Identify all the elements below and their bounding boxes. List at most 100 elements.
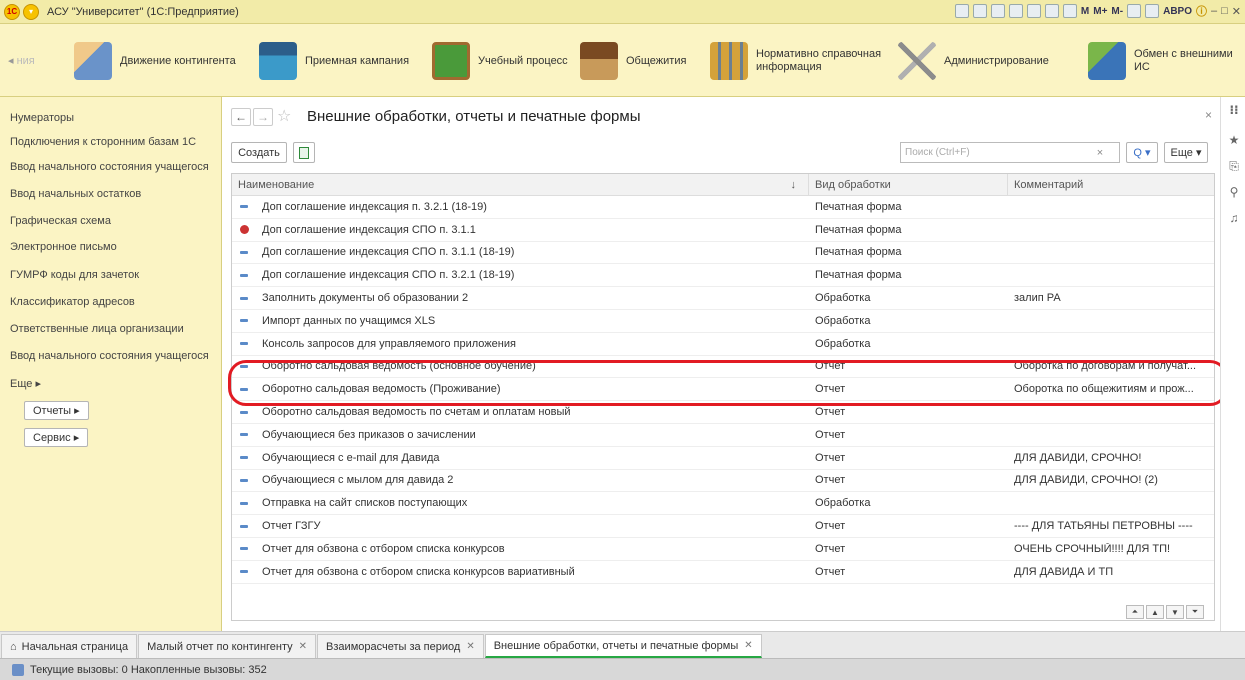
history-icon[interactable]: ⎘	[1227, 159, 1241, 174]
paste-icon[interactable]	[1026, 4, 1041, 18]
sidebar-item-address-classifier[interactable]: Классификатор адресов	[10, 296, 220, 308]
table-row[interactable]: Отчет ГЗГУ Отчет ---- ДЛЯ ТАТЬЯНЫ ПЕТРОВНЫ…	[232, 515, 1214, 538]
search-clear-button[interactable]: ×	[1090, 142, 1110, 163]
tab-settlements[interactable]: Взаиморасчеты за период ✕	[317, 634, 484, 658]
table-row[interactable]: Обучающиеся без приказов о зачислении Отч…	[232, 424, 1214, 447]
sidebar-item-email[interactable]: Электронное письмо	[10, 241, 220, 253]
memory-m-button[interactable]: M	[1081, 6, 1089, 17]
sidebar-item-numerators[interactable]: Нумераторы	[10, 112, 220, 124]
service-button[interactable]: Сервис ▸	[24, 428, 89, 447]
close-tab-icon[interactable]: ✕	[466, 641, 474, 652]
sidebar-item-initial-state-2[interactable]: Ввод начального состояния учащегося	[10, 350, 220, 362]
row-name-text: Доп соглашение индексация п. 3.2.1 (18-1…	[262, 200, 487, 213]
table-icon[interactable]	[1044, 4, 1059, 18]
sidebar: Нумераторы Подключения к сторонним базам…	[0, 97, 222, 631]
zoom-icon[interactable]	[1127, 4, 1142, 18]
scroll-top-button[interactable]: ⏶	[1126, 605, 1144, 619]
minimize-button[interactable]: –	[1211, 5, 1217, 17]
cell-type: Отчет	[815, 542, 846, 555]
tab-home[interactable]: ⌂ Начальная страница	[1, 634, 138, 658]
sidebar-item-responsible-persons[interactable]: Ответственные лица организации	[10, 323, 220, 335]
column-header-comment[interactable]: Комментарий	[1008, 174, 1214, 196]
close-form-button[interactable]: ×	[1205, 108, 1212, 122]
memory-mplus-button[interactable]: M+	[1093, 6, 1107, 17]
row-name-text: Обучающиеся с мылом для давида 2	[262, 474, 454, 487]
more-button[interactable]: Еще ▾	[1164, 142, 1208, 163]
table-row[interactable]: Оборотно сальдовая ведомость по счетам и…	[232, 401, 1214, 424]
column-header-name[interactable]: Наименование ↓	[232, 174, 809, 196]
create-button[interactable]: Создать	[231, 142, 287, 163]
tab-small-report[interactable]: Малый отчет по контингенту ✕	[138, 634, 317, 658]
column-header-type[interactable]: Вид обработки	[809, 174, 1008, 196]
section-study-process[interactable]: Учебный процесс	[432, 38, 568, 84]
close-tab-icon[interactable]: ✕	[299, 641, 307, 652]
section-admission[interactable]: Приемная кампания	[259, 38, 409, 84]
table-row[interactable]: Обучающиеся с e-mail для Давида Отчет ДЛЯ …	[232, 447, 1214, 470]
memory-mminus-button[interactable]: M-	[1111, 6, 1123, 17]
cell-comment: ---- ДЛЯ ТАТЬЯНЫ ПЕТРОВНЫ ----	[1014, 520, 1193, 533]
table-row[interactable]: Импорт данных по учащимся XLS Обработка	[232, 310, 1214, 333]
search-icon[interactable]: ⚲	[1227, 185, 1241, 199]
section-contingent[interactable]: Движение контингента	[74, 38, 236, 84]
cell-comment: залип РА	[1014, 292, 1061, 305]
main-menu-button[interactable]: ▾	[23, 3, 39, 20]
table-row[interactable]: Отправка на сайт списков поступающих Обра…	[232, 492, 1214, 516]
table-row[interactable]: Оборотно сальдовая ведомость (Проживание…	[232, 378, 1214, 402]
close-tab-icon[interactable]: ✕	[744, 640, 752, 651]
sidebar-item-graphic-scheme[interactable]: Графическая схема	[10, 215, 220, 227]
maximize-button[interactable]: □	[1221, 5, 1228, 17]
item-marker-icon	[240, 478, 248, 482]
user-name[interactable]: ABPO	[1163, 6, 1192, 17]
print-icon[interactable]	[972, 4, 987, 18]
create-copy-button[interactable]	[293, 142, 315, 163]
forward-button[interactable]: →	[253, 108, 273, 126]
table-row[interactable]: Доп соглашение индексация СПО п. 3.2.1 (…	[232, 264, 1214, 288]
panel-icon[interactable]	[1145, 4, 1160, 18]
graduate-arrow-icon	[259, 42, 297, 80]
save-icon[interactable]	[954, 4, 969, 18]
table-row[interactable]: Заполнить документы об образовании 2 Обра…	[232, 287, 1214, 310]
tools-icon	[898, 42, 936, 80]
bell-icon[interactable]: ♫	[1227, 211, 1241, 225]
cell-name: Обучающиеся с e-mail для Давида	[232, 452, 809, 464]
scroll-down-button[interactable]: ▼	[1166, 605, 1184, 619]
favorites-star-icon[interactable]: ★	[1227, 133, 1241, 147]
section-reference-info[interactable]: Нормативно справочная информация	[710, 38, 881, 84]
grid-menu-icon[interactable]: ⁝⁝	[1227, 103, 1241, 117]
back-button[interactable]: ←	[231, 108, 251, 126]
sidebar-item-connections[interactable]: Подключения к сторонним базам 1С	[10, 136, 220, 148]
tab-external-processors[interactable]: Внешние обработки, отчеты и печатные фор…	[484, 634, 762, 658]
row-name-text: Консоль запросов для управляемого прилож…	[262, 337, 516, 350]
sidebar-item-initial-balances[interactable]: Ввод начальных остатков	[10, 188, 220, 200]
favorite-star-icon[interactable]: ☆	[277, 106, 291, 126]
section-external-exchange[interactable]: Обмен с внешними ИС	[1088, 38, 1245, 84]
scroll-bottom-button[interactable]: ⏷	[1186, 605, 1204, 619]
cell-type: Печатная форма	[815, 200, 902, 213]
table-row[interactable]: Обучающиеся с мылом для давида 2 Отчет ДЛЯ…	[232, 470, 1214, 493]
table-row[interactable]: Отчет для обзвона с отбором списка конку…	[232, 561, 1214, 584]
sidebar-item-initial-state[interactable]: Ввод начального состояния учащегося	[10, 161, 220, 173]
sidebar-more-link[interactable]: Еще ▸	[10, 377, 220, 390]
table-row[interactable]: Доп соглашение индексация СПО п. 3.1.1 (…	[232, 242, 1214, 265]
cell-type: Обработка	[815, 292, 871, 305]
row-name-text: Оборотно сальдовая ведомость (Проживание…	[262, 383, 501, 396]
copy-icon[interactable]	[1008, 4, 1023, 18]
row-name-text: Обучающиеся без приказов о зачислении	[262, 428, 476, 441]
reports-button[interactable]: Отчеты ▸	[24, 401, 89, 420]
section-administration[interactable]: Администрирование	[898, 38, 1049, 84]
info-icon[interactable]: ⓘ	[1196, 3, 1207, 19]
section-dormitories[interactable]: Общежития	[580, 38, 686, 84]
table-row[interactable]: Доп соглашение индексация п. 3.2.1 (18-1…	[232, 196, 1214, 219]
close-window-button[interactable]: ✕	[1232, 5, 1241, 18]
sections-scroll-left[interactable]: ◂ ния	[8, 54, 35, 67]
table-row[interactable]: Доп соглашение индексация СПО п. 3.1.1 Пе…	[232, 219, 1214, 242]
table-row[interactable]: Консоль запросов для управляемого прилож…	[232, 333, 1214, 356]
scroll-up-button[interactable]: ▲	[1146, 605, 1164, 619]
search-input[interactable]: Поиск (Ctrl+F)	[900, 142, 1120, 163]
sidebar-item-record-codes[interactable]: ГУМРФ коды для зачеток	[10, 269, 220, 281]
search-button[interactable]: Q ▾	[1126, 142, 1158, 163]
calendar-icon[interactable]	[1062, 4, 1077, 18]
table-row[interactable]: Отчет для обзвона с отбором списка конку…	[232, 538, 1214, 561]
preview-icon[interactable]	[990, 4, 1005, 18]
table-row[interactable]: Оборотно сальдовая ведомость (основное о…	[232, 356, 1214, 379]
